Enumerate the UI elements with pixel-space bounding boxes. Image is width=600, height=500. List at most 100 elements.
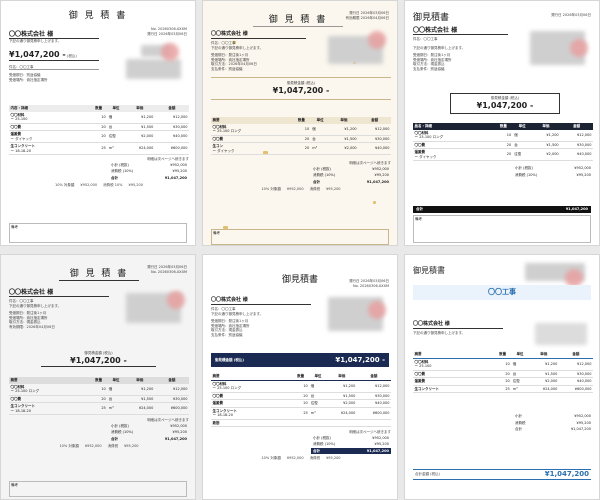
item-label: 生コンクリート: [10, 144, 36, 148]
estimate-template-2[interactable]: 御 見 積 書 発行日 2026年03月06日 有効期限 2026年04月06日…: [202, 0, 398, 246]
table-row: 〇〇材料ー 25-100 ロング 10 個 ¥1,200 ¥12,000: [9, 383, 189, 396]
item-label: 〇〇費: [414, 371, 426, 376]
table-row: 運搬費 20 往復 ¥2,000 ¥40,000: [413, 377, 593, 386]
item-unit: 台: [310, 135, 330, 143]
item-price: ¥2,000: [326, 399, 357, 408]
table-header: 摘要 数量 単位 単価 金額: [413, 351, 593, 359]
info-block: 受渡期日：別途協議 受渡場所：貴社指定場所: [9, 73, 99, 82]
item-price: ¥1,500: [329, 135, 359, 143]
estimate-template-1[interactable]: 御 見 積 書 No. 20260306-XXXM 発行日 2026年03月06…: [0, 0, 196, 246]
subject: 件名：〇〇工事: [413, 37, 438, 41]
totals-table: 小計 (税抜) ¥952,000 消費税 (10%) ¥95,200: [513, 165, 593, 178]
item-qty: 10: [494, 358, 512, 371]
item-name: 運搬費: [211, 399, 292, 408]
item-total: ¥30,000: [358, 135, 391, 143]
item-label: 〇〇材料: [10, 384, 25, 389]
tax-breakdown: 10% 対象額 ¥952,000 消費税 10% ¥95,200: [9, 183, 189, 188]
table-row: 〇〇費 20 台 ¥1,500 ¥30,000: [211, 392, 391, 400]
totals-table: 小計 (税抜) ¥952,000 消費税 (10%) ¥95,200 合計 ¥1,04…: [109, 162, 189, 182]
tax-label: 消費税: [107, 444, 119, 448]
customer-name: 〇〇株式会社 様: [9, 31, 99, 39]
item-unit: 往復: [512, 148, 532, 161]
item-sub: ー 25-100 ロング: [414, 135, 444, 139]
item-price: ¥2,000: [124, 130, 155, 143]
intro-text: 下記の通り御見積申し上げます。: [413, 45, 466, 50]
item-qty: 20: [292, 142, 311, 155]
item-sub: ー ダイヤック: [414, 154, 437, 159]
item-name: 〇〇費: [211, 135, 292, 143]
issue-date: 発行日 2026年03月06日: [147, 265, 187, 269]
item-price: ¥24,000: [124, 142, 155, 155]
table-row: 〇〇材料ー 25-100 10 個 ¥1,200 ¥12,000: [413, 358, 593, 371]
info-line: 有効期限：2026年04月06日: [9, 324, 55, 329]
item-unit: 個: [310, 123, 330, 136]
tax-label: 消費税 10%: [103, 183, 123, 187]
table-row: 運搬費ー ダイヤック 20 往復 ¥2,000 ¥40,000: [9, 130, 189, 143]
total-label: 合計: [111, 436, 118, 441]
col-header: 摘要: [211, 373, 292, 381]
item-total: ¥40,000: [560, 148, 593, 161]
item-unit: m³: [310, 142, 330, 155]
estimate-template-4[interactable]: 御 見 積 書 発行日 2026年03月06日 No. 20260306-XXX…: [0, 254, 196, 500]
item-total: ¥12,000: [358, 123, 391, 136]
item-label: 〇〇材料: [10, 112, 25, 117]
item-unit: m³: [309, 407, 327, 420]
item-name: 〇〇材料ー 25-100 ロング: [211, 123, 292, 136]
table-row: 生コンクリートー 18-18-20 25 m³ ¥24,000 ¥600,000: [9, 142, 189, 155]
item-unit: 台: [107, 395, 125, 403]
table-row: 生コンクリート 25 m³ ¥24,000 ¥600,000: [413, 385, 593, 393]
amount-block: 御見積金額 (税込) ¥1,047,200 -: [41, 351, 156, 367]
item-total: ¥30,000: [154, 395, 189, 403]
subject-band: 〇〇工事: [413, 285, 591, 300]
remarks-label: 備考: [11, 225, 18, 229]
item-label: 〇〇材料: [414, 359, 429, 364]
total-value: ¥1,047,200: [570, 427, 591, 431]
expiry-date: 有効期限 2026年04月06日: [345, 15, 389, 20]
item-unit: 往復: [511, 377, 529, 386]
estimate-template-3[interactable]: 御見積書 発行日 2026年03月06日 〇〇株式会社 様 件名：〇〇工事 下記…: [404, 0, 600, 246]
item-qty: 10: [90, 383, 108, 396]
item-name: 〇〇材料ー 25-100 ロング: [9, 383, 90, 396]
remarks-box: 備考: [413, 215, 591, 243]
item-price: ¥1,200: [528, 358, 559, 371]
totals-table: 小計 (税抜) ¥952,000 消費税 (10%) ¥95,200 合計 ¥1,04…: [109, 423, 189, 443]
item-name: 鉄筋: [211, 419, 292, 427]
issue-date: 発行日 2026年03月06日: [551, 13, 591, 17]
totals-table: 小計 (税抜) ¥952,000 消費税 (10%) ¥95,200 合計 ¥1,04…: [311, 435, 391, 454]
total-label: 合計: [515, 427, 522, 431]
intro-text: 下記の通り御見積申し上げます。: [9, 303, 62, 308]
item-price: ¥2,000: [531, 148, 561, 161]
item-name: 〇〇材料ー 25-100 ロング: [211, 380, 292, 393]
item-total: ¥12,000: [560, 129, 593, 142]
item-name: 〇〇費: [413, 141, 494, 149]
estimate-template-5[interactable]: 御見積書 発行日 2026年03月06日 No. 20260306-XXXM 〇…: [202, 254, 398, 500]
item-label: 生コンクリート: [212, 408, 238, 413]
total-value: ¥1,047,200: [164, 175, 187, 180]
carry-note: 明細は次ページへ続きます: [349, 161, 391, 165]
total-value: ¥1,047,200: [366, 179, 389, 184]
item-price: ¥2,000: [528, 377, 559, 386]
estimate-template-6[interactable]: 御見積書 〇〇工事 〇〇株式会社 様 下記の通り御見積申し上げます。 摘要 数量単…: [404, 254, 600, 500]
item-total: ¥30,000: [560, 141, 593, 149]
item-qty: 20: [494, 141, 513, 149]
item-unit: 往復: [309, 399, 327, 408]
grand-total-row: 合計 ¥1,047,200: [109, 436, 189, 443]
grand-total-bar: 合計 ¥1,047,200: [413, 206, 591, 213]
seal-stamp: [161, 43, 179, 61]
item-label: 生コン: [212, 144, 224, 148]
remarks-label: 備考: [11, 483, 18, 487]
amount-block: 御見積金額 (税込) ¥1,047,200 -: [211, 77, 391, 100]
item-name: 〇〇材料ー 25-100: [413, 358, 494, 371]
tax-label: 消費税: [309, 456, 321, 460]
item-qty: 10: [494, 129, 513, 142]
tax-breakdown: 10% 対象額 ¥952,000 消費税 ¥95,200: [211, 187, 391, 192]
amount-block: 御見積金額 (税込) ¥1,047,200 -: [450, 93, 560, 114]
total-label: 合計: [111, 175, 118, 180]
item-qty: 25: [90, 142, 108, 155]
info-line: 支払条件：別途協議: [211, 332, 243, 337]
blurred-meta-info: [535, 323, 587, 345]
item-price: ¥2,000: [329, 142, 359, 155]
item-total: ¥30,000: [154, 123, 189, 131]
subject: 件名：〇〇工事: [9, 65, 99, 70]
item-sub: ー ダイヤック: [212, 148, 235, 153]
